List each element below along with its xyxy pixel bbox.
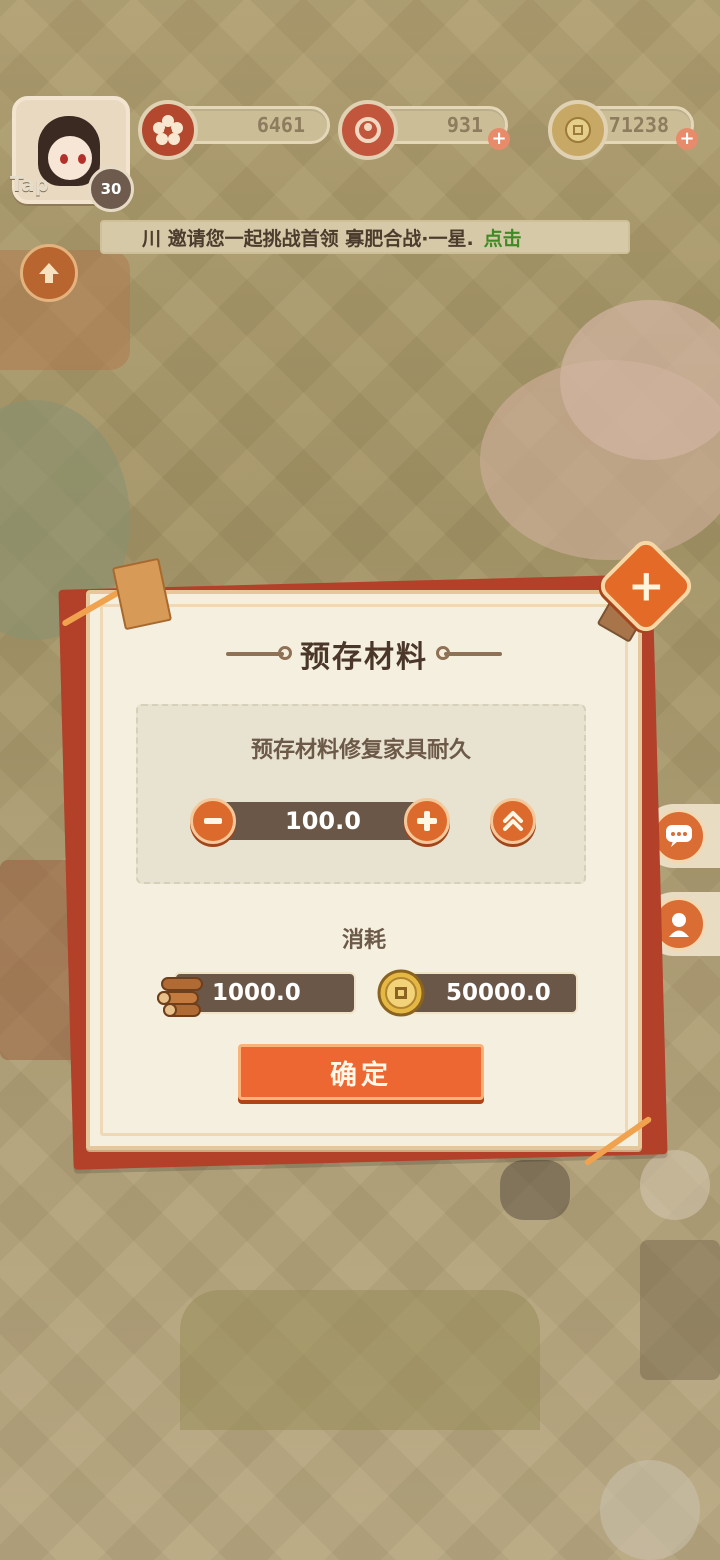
coin-add-button[interactable]: + <box>676 128 698 150</box>
avatar-eye-left <box>60 154 68 164</box>
up-arrow-icon[interactable] <box>20 244 78 302</box>
max-button[interactable] <box>490 798 536 844</box>
coin-cost-icon <box>374 966 428 1020</box>
plus-icon <box>417 811 437 831</box>
title-ornament-left <box>226 646 292 660</box>
dialog-title-row: 预存材料 <box>86 632 642 676</box>
title-ornament-right <box>436 646 502 660</box>
gem-add-button[interactable]: + <box>488 128 510 150</box>
gem-icon <box>338 100 398 160</box>
chat-icon <box>652 809 706 863</box>
quantity-panel <box>136 704 586 884</box>
avatar-tag: Tap <box>10 172 49 196</box>
avatar-eye-right <box>78 154 86 164</box>
announcement-text: 川 邀请您一起挑战首领 寡肥合战·一星. <box>142 227 474 250</box>
quantity-value: 100.0 <box>210 802 436 840</box>
announcement-link[interactable]: 点击 <box>484 224 522 251</box>
wood-icon <box>154 966 208 1020</box>
decrease-button[interactable] <box>190 798 236 844</box>
confirm-button[interactable]: 确定 <box>238 1044 484 1100</box>
coin-cost-value: 50000.0 <box>446 980 551 1006</box>
increase-button[interactable] <box>404 798 450 844</box>
announcement-marquee[interactable]: 川 邀请您一起挑战首领 寡肥合战·一星. 点击 <box>100 220 630 254</box>
player-level-badge: 30 <box>88 166 134 212</box>
wood-cost-value: 1000.0 <box>212 980 301 1006</box>
consume-label: 消耗 <box>341 928 386 953</box>
quantity-description: 预存材料修复家具耐久 <box>250 738 471 763</box>
flower-icon <box>138 100 198 160</box>
close-icon: + <box>627 560 665 611</box>
max-icon <box>503 811 523 831</box>
dialog-title: 预存材料 <box>300 640 428 675</box>
coin-icon <box>548 100 608 160</box>
minus-icon <box>204 818 222 824</box>
